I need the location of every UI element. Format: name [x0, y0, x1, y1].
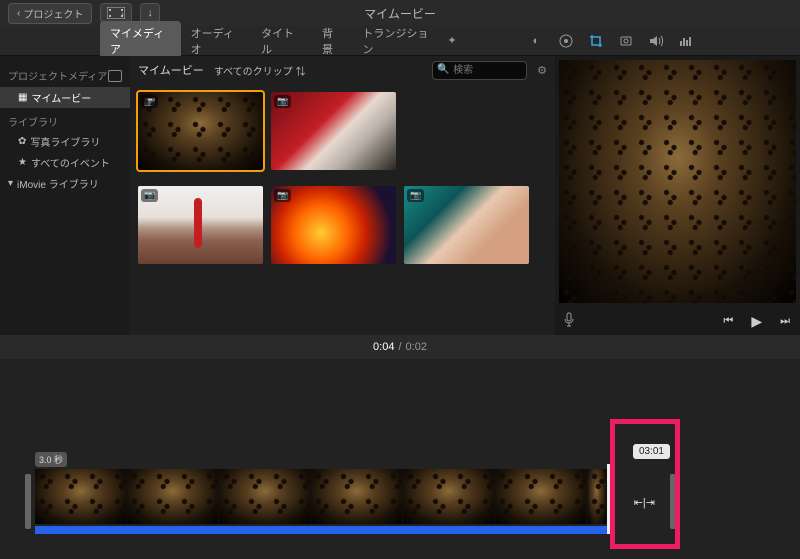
video-clip[interactable]	[35, 469, 607, 529]
tab-title[interactable]: タイトル	[251, 21, 312, 61]
filmstrip-icon: ▦	[18, 92, 27, 103]
media-browser: マイムービー すべてのクリップ ⇅ 🔍 ⚙ 📷 📷 📷 📷 📷	[130, 56, 555, 335]
clip-frame	[495, 469, 587, 524]
updown-icon: ⇅	[295, 67, 305, 78]
clip-filter-dropdown[interactable]: すべてのクリップ ⇅	[214, 63, 306, 78]
disclosure-triangle-icon[interactable]: ▾	[8, 178, 13, 189]
svg-text:♪: ♪	[120, 10, 124, 19]
sidebar-item-label: 写真ライブラリ	[30, 134, 100, 149]
toggle-panel-icon[interactable]	[108, 70, 122, 82]
gear-icon[interactable]: ⚙	[537, 64, 547, 77]
sidebar-library-head: ライブラリ	[0, 108, 130, 131]
color-correction-icon[interactable]	[558, 33, 574, 49]
filmstrip-icon: ♪	[107, 7, 125, 19]
star-icon: ★	[18, 157, 27, 168]
tab-audio[interactable]: オーディオ	[181, 21, 251, 61]
crop-icon[interactable]	[588, 33, 604, 49]
sidebar-project-media-head: プロジェクトメディア	[8, 68, 107, 83]
camera-icon: 📷	[141, 95, 158, 108]
star-icon: ✿	[18, 136, 26, 147]
trim-tooltip: 03:01	[633, 444, 670, 459]
preview-panel: ⏮ ▶ ⏭	[555, 56, 800, 335]
clip-frame	[127, 469, 219, 524]
clip-start-handle[interactable]	[25, 474, 31, 529]
next-button[interactable]: ⏭	[780, 315, 790, 328]
sidebar-item-photo-library[interactable]: ✿ 写真ライブラリ	[0, 131, 130, 152]
play-button[interactable]: ▶	[751, 313, 762, 330]
time-indicator: 0:04 / 0:02	[0, 335, 800, 359]
volume-icon[interactable]	[648, 33, 664, 49]
window-title: マイムービー	[364, 5, 436, 22]
trim-cursor-icon: ⇤|⇥	[634, 496, 655, 509]
media-thumb-2[interactable]: 📷	[271, 92, 396, 170]
audio-track[interactable]	[35, 526, 607, 534]
total-time: 0:02	[406, 341, 427, 353]
camera-icon: 📷	[274, 189, 291, 202]
media-thumb-4[interactable]: 📷	[271, 186, 396, 264]
sidebar-item-mymovie[interactable]: ▦ マイムービー	[0, 87, 130, 108]
sidebar-item-label: すべてのイベント	[31, 155, 110, 170]
sidebar: プロジェクトメディア ▦ マイムービー ライブラリ ✿ 写真ライブラリ ★ すべ…	[0, 56, 130, 335]
back-to-projects-button[interactable]: ‹ プロジェクト	[8, 3, 92, 24]
sidebar-item-label: iMovie ライブラリ	[17, 176, 99, 191]
download-arrow-icon: ↓	[147, 7, 153, 19]
search-icon: 🔍	[437, 64, 449, 75]
clip-frame	[311, 469, 403, 524]
color-balance-icon[interactable]: ◐	[528, 33, 544, 49]
stabilization-icon[interactable]	[618, 33, 634, 49]
tab-background[interactable]: 背景	[312, 21, 352, 61]
clip-frame	[219, 469, 311, 524]
chevron-left-icon: ‹	[17, 8, 20, 19]
clip-frame	[35, 469, 127, 524]
back-label: プロジェクト	[23, 6, 83, 21]
sidebar-item-label: マイムービー	[31, 90, 91, 105]
sidebar-item-imovie-library[interactable]: ▾ iMovie ライブラリ	[0, 173, 130, 194]
timeline[interactable]: 3.0 秒 ⇤|⇥ 03:01	[0, 359, 800, 559]
clip-end-handle[interactable]	[670, 474, 676, 529]
current-time: 0:04	[373, 341, 394, 353]
camera-icon: 📷	[407, 189, 424, 202]
clip-duration-badge: 3.0 秒	[35, 452, 67, 467]
media-thumb-3[interactable]: 📷	[138, 186, 263, 264]
playhead[interactable]	[607, 464, 610, 534]
enhance-icon[interactable]: ✦	[444, 33, 460, 49]
prev-button[interactable]: ⏮	[723, 315, 733, 328]
media-thumb-1[interactable]: 📷	[138, 92, 263, 170]
microphone-icon[interactable]	[563, 312, 575, 331]
tab-mymedia[interactable]: マイメディア	[100, 21, 181, 61]
sidebar-item-all-events[interactable]: ★ すべてのイベント	[0, 152, 130, 173]
browser-title: マイムービー	[138, 62, 204, 78]
media-thumb-5[interactable]: 📷	[404, 186, 529, 264]
preview-viewer[interactable]	[559, 60, 796, 303]
clip-frame	[587, 469, 607, 524]
camera-icon: 📷	[141, 189, 158, 202]
clip-frame	[403, 469, 495, 524]
camera-icon: 📷	[274, 95, 291, 108]
equalizer-icon[interactable]	[678, 33, 694, 49]
tab-transition[interactable]: トランジション	[352, 21, 444, 61]
